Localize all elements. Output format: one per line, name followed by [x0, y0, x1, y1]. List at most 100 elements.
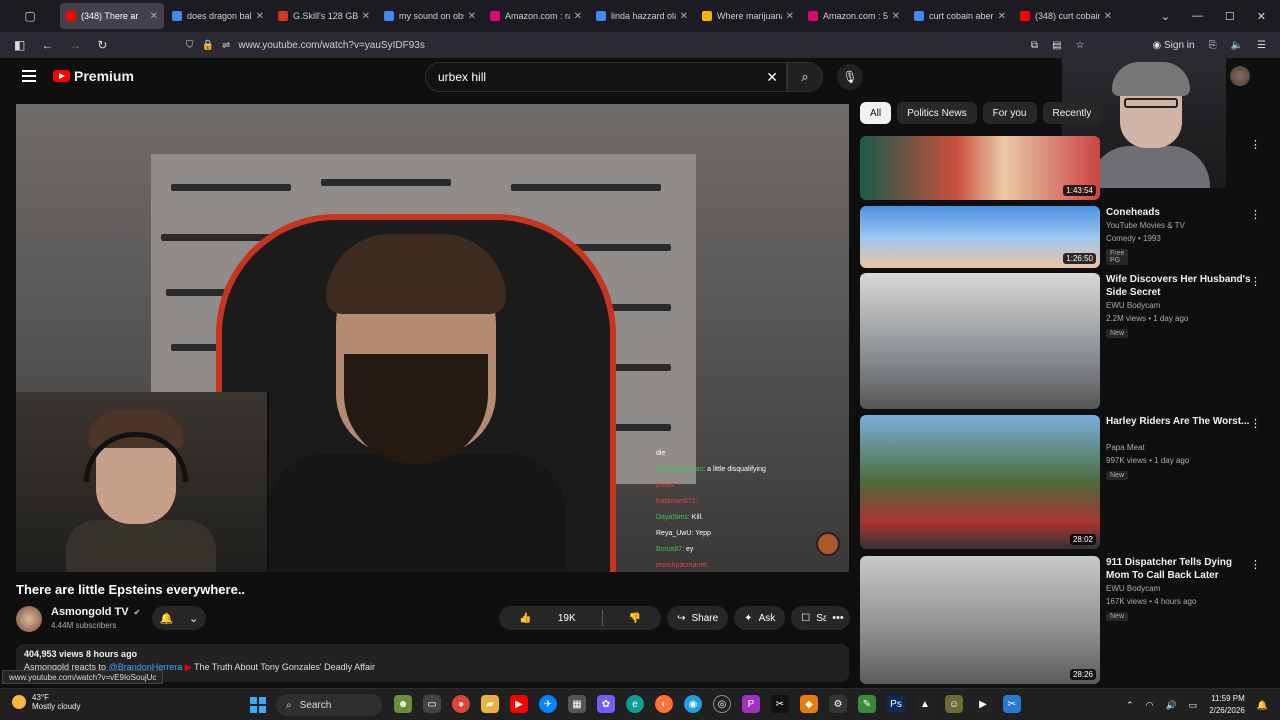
more-vertical-icon[interactable]: ⋮: [1250, 275, 1261, 288]
browser-tab[interactable]: Where marijuana i ✕: [696, 3, 800, 29]
recommended-channel[interactable]: EWU Bodycam: [1106, 301, 1256, 310]
dislike-button[interactable]: 👎: [609, 606, 661, 630]
filter-chip[interactable]: For you: [982, 102, 1037, 124]
browser-tab[interactable]: Amazon.com : ram ✕: [484, 3, 588, 29]
weather-widget[interactable]: 43°F Mostly cloudy: [12, 693, 80, 711]
browser-tab[interactable]: does dragon balls ✕: [166, 3, 270, 29]
browser-tab[interactable]: Amazon.com : 50 ✕: [802, 3, 906, 29]
browser-tab[interactable]: (348) There ar ✕: [60, 3, 164, 29]
browser-icon[interactable]: ◉: [684, 695, 702, 713]
store-icon[interactable]: ▦: [568, 695, 586, 713]
inkscape-icon[interactable]: ▲: [916, 695, 934, 713]
app-menu-icon[interactable]: ☰: [1257, 40, 1266, 51]
close-tab-icon[interactable]: ✕: [574, 11, 582, 22]
filter-chip[interactable]: Recently: [1042, 102, 1102, 124]
browser-tab[interactable]: G.Skill's 128 GB g ✕: [272, 3, 376, 29]
tab-overview-icon[interactable]: ▢: [24, 9, 35, 23]
paint-icon[interactable]: ✎: [858, 695, 876, 713]
messenger-icon[interactable]: ✈: [539, 695, 557, 713]
sound-icon[interactable]: 🔈: [1231, 40, 1243, 51]
browser-tab[interactable]: my sound on obs ✕: [378, 3, 482, 29]
chrome-icon[interactable]: ●: [452, 695, 470, 713]
picture-in-picture-icon[interactable]: ⧉: [1031, 40, 1038, 51]
filter-chip[interactable]: Politics News: [897, 102, 977, 124]
permissions-icon[interactable]: ⇌: [222, 40, 230, 51]
video-player[interactable]: die TropicalToucan: a little disqualifyin…: [16, 104, 849, 572]
video-thumbnail[interactable]: 1:26:50: [860, 206, 1100, 268]
recommended-channel[interactable]: YouTube Movies & TV: [1106, 221, 1256, 230]
close-tab-icon[interactable]: ✕: [150, 11, 158, 22]
obs-icon[interactable]: ◎: [713, 695, 731, 713]
video-thumbnail[interactable]: 1:43:54: [860, 136, 1100, 200]
chevron-up-icon[interactable]: ⌃: [1126, 700, 1134, 711]
sidebar-toggle-icon[interactable]: ◧: [14, 38, 25, 52]
bookmark-star-icon[interactable]: ☆: [1076, 40, 1085, 51]
share-button[interactable]: ↪ Share: [667, 606, 729, 630]
more-vertical-icon[interactable]: ⋮: [1250, 558, 1261, 571]
forward-icon[interactable]: →: [69, 38, 81, 52]
voice-search-button[interactable]: 🎙: [837, 64, 863, 90]
recommended-title[interactable]: 911 Dispatcher Tells Dying Mom To Call B…: [1106, 556, 1256, 582]
capcut-icon[interactable]: ✂: [771, 695, 789, 713]
address-bar[interactable]: ⛉ 🔒 ⇌ www.youtube.com/watch?v=yauSyIDF93…: [186, 35, 1066, 55]
channel-avatar[interactable]: [16, 606, 42, 632]
close-tab-icon[interactable]: ✕: [1104, 11, 1112, 22]
photoshop-icon[interactable]: Ps: [887, 695, 905, 713]
url-text[interactable]: www.youtube.com/watch?v=yauSyIDF93s: [238, 40, 424, 51]
video-thumbnail[interactable]: 28:02: [860, 415, 1100, 549]
settings-icon[interactable]: ⚙: [829, 695, 847, 713]
more-vertical-icon[interactable]: ⋮: [1250, 138, 1261, 151]
lock-icon[interactable]: 🔒: [202, 40, 214, 51]
blender-icon[interactable]: ◆: [800, 695, 818, 713]
browser-tab[interactable]: linda hazzard olall ✕: [590, 3, 694, 29]
reader-view-icon[interactable]: ▤: [1052, 40, 1061, 51]
close-tab-icon[interactable]: ✕: [256, 11, 264, 22]
youtube-app-icon[interactable]: ▶: [510, 695, 528, 713]
more-vertical-icon[interactable]: ⋮: [1250, 208, 1261, 221]
channel-name-row[interactable]: Asmongold TV ✔: [51, 606, 140, 618]
like-button[interactable]: 👍 19K: [499, 606, 595, 630]
browser-tab[interactable]: (348) curt cobain ✕: [1014, 3, 1118, 29]
filter-chip[interactable]: All: [860, 102, 892, 124]
close-tab-icon[interactable]: ✕: [468, 11, 476, 22]
subscription-bell-button[interactable]: 🔔 ⌄: [152, 606, 206, 630]
close-tab-icon[interactable]: ✕: [998, 11, 1006, 22]
notifications-icon[interactable]: 🔔: [1257, 700, 1268, 711]
recommended-title[interactable]: Wife Discovers Her Husband's Side Secret: [1106, 273, 1256, 299]
close-tab-icon[interactable]: ✕: [892, 11, 900, 22]
search-input[interactable]: urbex hill ✕: [425, 62, 787, 92]
clock[interactable]: 11:59 PM 2/26/2026: [1209, 693, 1245, 717]
user-avatar[interactable]: [1230, 66, 1250, 86]
ask-button[interactable]: ✦ Ask: [734, 606, 786, 630]
close-tab-icon[interactable]: ✕: [786, 11, 794, 22]
linked-video-title[interactable]: The Truth About Tony Gonzales' Deadly Af…: [194, 662, 375, 672]
more-actions-button[interactable]: •••: [826, 606, 850, 630]
close-tab-icon[interactable]: ✕: [362, 11, 370, 22]
video-thumbnail[interactable]: 28:26: [860, 556, 1100, 684]
wifi-icon[interactable]: ◠: [1146, 700, 1154, 711]
browser-tab[interactable]: curt cobain aberd ✕: [908, 3, 1012, 29]
recommended-title[interactable]: Coneheads: [1106, 206, 1256, 219]
shield-icon[interactable]: ⛉: [186, 40, 194, 51]
edge-icon[interactable]: e: [626, 695, 644, 713]
taskbar-search[interactable]: ⌕ Search: [276, 694, 382, 716]
guide-menu-icon[interactable]: [22, 70, 36, 82]
video-thumbnail[interactable]: [860, 273, 1100, 409]
media-player-icon[interactable]: ▶: [974, 695, 992, 713]
file-explorer-icon[interactable]: ▰: [481, 695, 499, 713]
recommended-channel[interactable]: Papa Meat: [1106, 443, 1256, 452]
maximize-icon[interactable]: ☐: [1225, 10, 1235, 23]
more-vertical-icon[interactable]: ⋮: [1250, 417, 1261, 430]
search-button[interactable]: ⌕: [787, 62, 823, 92]
copilot-icon[interactable]: ✿: [597, 695, 615, 713]
snipping-tool-icon[interactable]: ✂: [1003, 695, 1021, 713]
gimp-icon[interactable]: ☺: [945, 695, 963, 713]
battery-icon[interactable]: ▭: [1189, 700, 1198, 711]
channel-name[interactable]: Asmongold TV: [51, 606, 129, 618]
start-button[interactable]: [250, 697, 266, 713]
extensions-icon[interactable]: ⎘: [1209, 40, 1217, 51]
minimize-icon[interactable]: —: [1192, 10, 1203, 22]
clear-search-icon[interactable]: ✕: [766, 69, 778, 86]
close-window-icon[interactable]: ✕: [1257, 10, 1266, 23]
tab-list-icon[interactable]: ⌄: [1161, 10, 1170, 23]
